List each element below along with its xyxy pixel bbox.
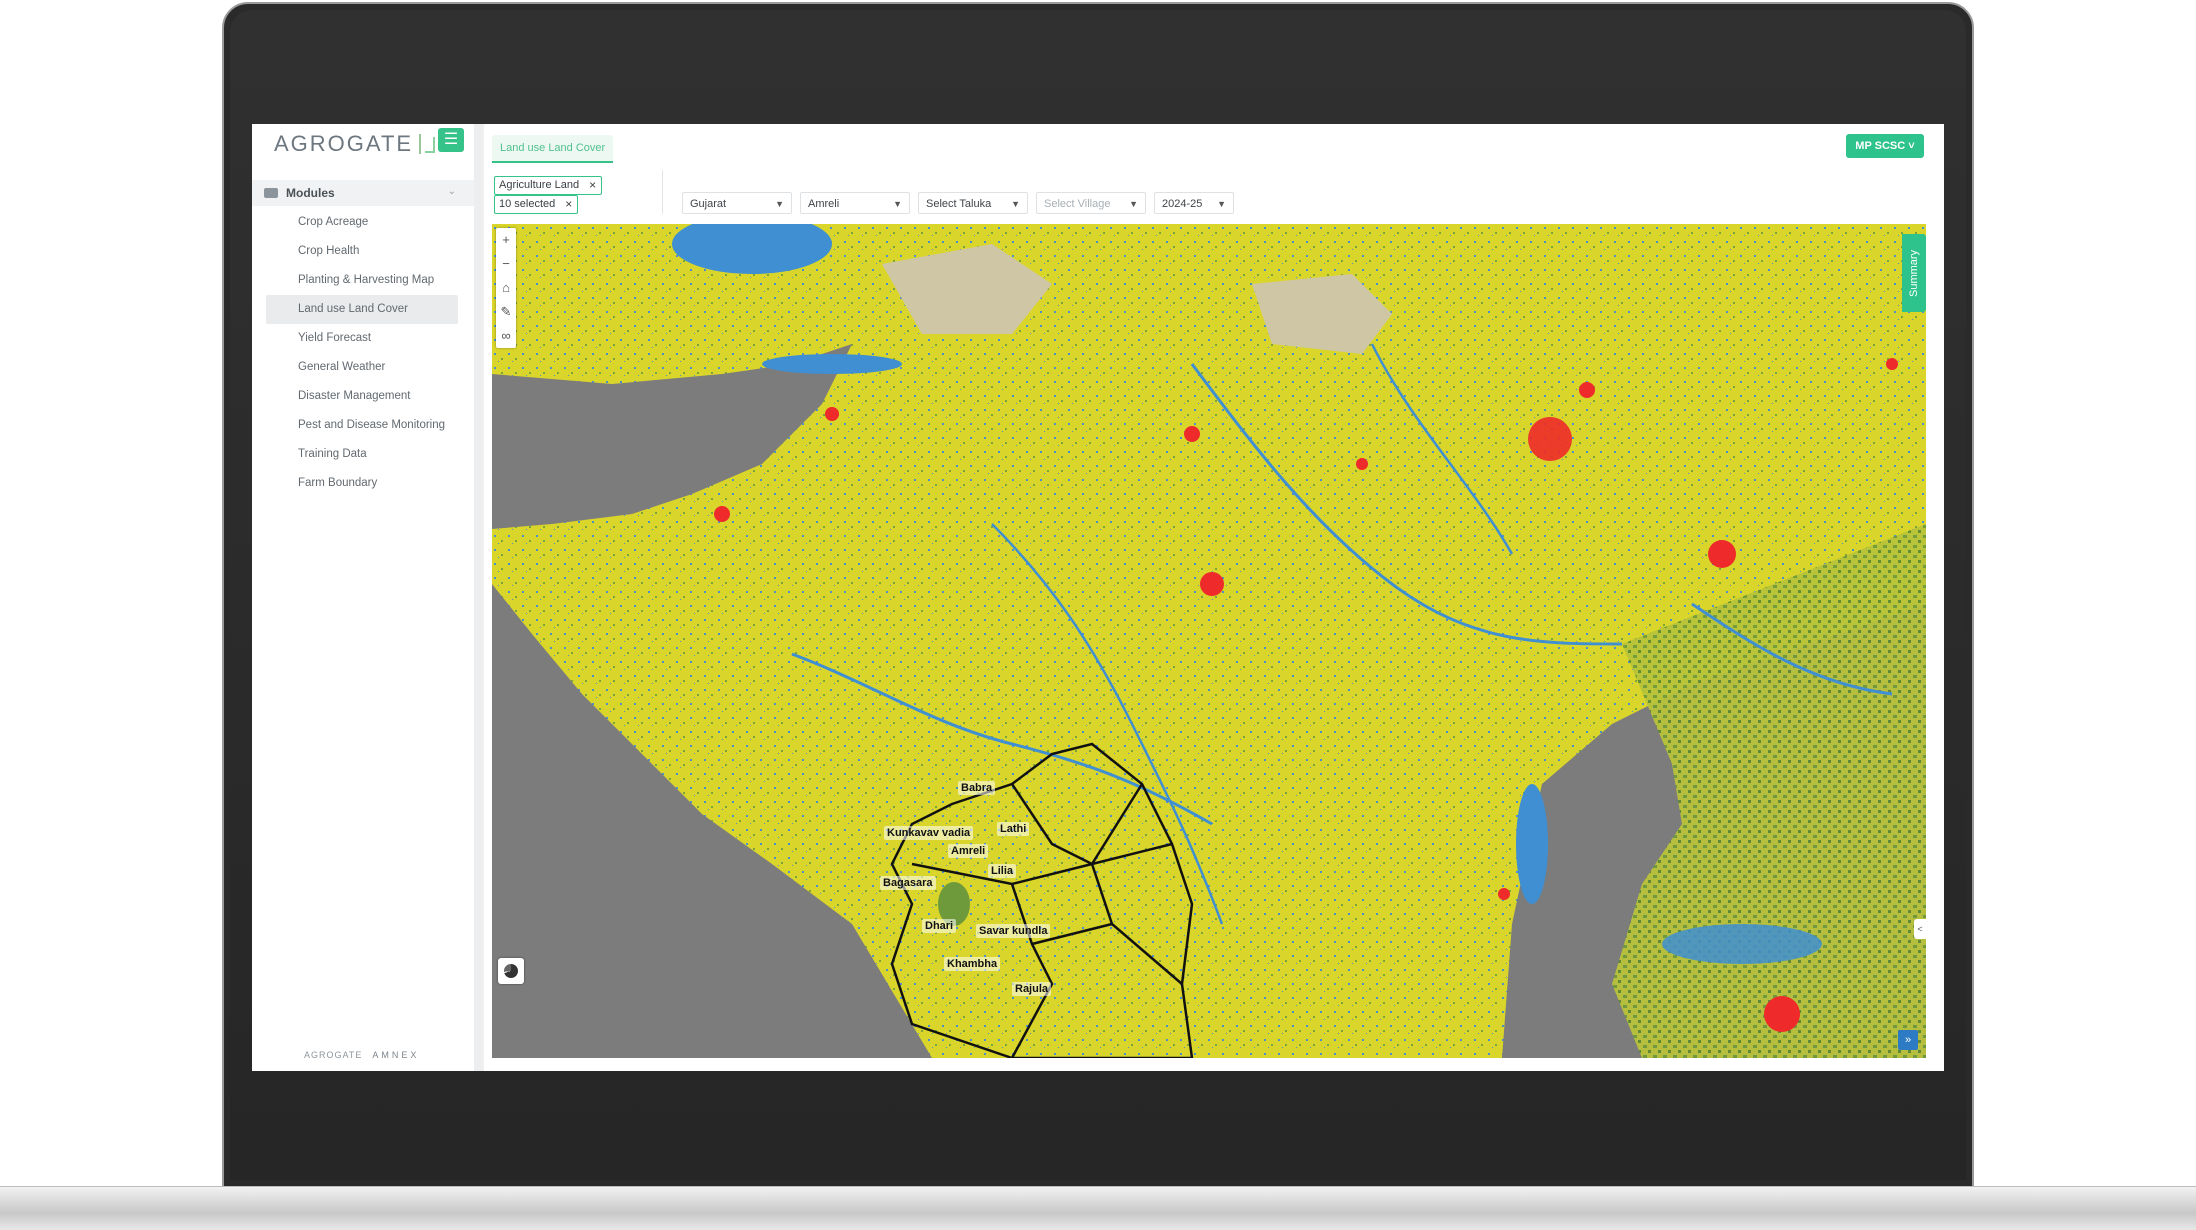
taluka-label-savar-kundla: Savar kundla <box>976 924 1051 938</box>
sidebar-item-disaster-management[interactable]: Disaster Management <box>252 382 474 411</box>
sidebar-item-crop-acreage[interactable]: Crop Acreage <box>252 208 474 237</box>
builtup-area <box>1184 426 1200 442</box>
village-select[interactable]: Select Village ▼ <box>1036 192 1146 214</box>
chip-label: 10 selected <box>499 198 556 210</box>
org-switcher-label: MP SCSC <box>1855 140 1906 152</box>
app-screen: AGROGATE ☰ Modules ⌄ Crop Acreage Crop H… <box>252 124 1944 1071</box>
caret-down-icon: ▼ <box>1011 199 1020 209</box>
logo-text: AGROGATE <box>274 131 414 156</box>
caret-down-icon: ▼ <box>893 199 902 209</box>
builtup-area <box>1200 572 1224 596</box>
sidebar: AGROGATE ☰ Modules ⌄ Crop Acreage Crop H… <box>252 124 474 1071</box>
expand-icon[interactable]: » <box>1898 1030 1918 1050</box>
filter-chip-selected-count[interactable]: 10 selected × <box>494 195 579 214</box>
map-controls: + − ⌂ ✎ ∞ <box>496 228 516 348</box>
sidebar-item-planting-harvesting[interactable]: Planting & Harvesting Map <box>252 266 474 295</box>
close-icon[interactable]: × <box>589 177 596 194</box>
builtup-area <box>1528 417 1572 461</box>
builtup-area <box>1886 358 1898 370</box>
close-icon[interactable]: × <box>565 196 572 213</box>
state-select[interactable]: Gujarat ▼ <box>682 192 792 214</box>
taluka-select[interactable]: Select Taluka ▼ <box>918 192 1028 214</box>
chip-label: Agriculture Land <box>499 179 580 191</box>
sidebar-item-farm-boundary[interactable]: Farm Boundary <box>252 469 474 498</box>
season-select[interactable]: 2024-25 ▼ <box>1154 192 1234 214</box>
district-select[interactable]: Amreli ▼ <box>800 192 910 214</box>
app-logo[interactable]: AGROGATE <box>274 128 437 160</box>
laptop-base <box>0 1186 2196 1230</box>
taluka-label-rajula: Rajula <box>1012 982 1052 996</box>
caret-down-icon: ▼ <box>1129 199 1138 209</box>
sidebar-item-pest-disease[interactable]: Pest and Disease Monitoring <box>252 411 474 440</box>
main-panel: Land use Land Cover MP SCSC ˅ Agricultur… <box>484 124 1944 1071</box>
tab-land-use[interactable]: Land use Land Cover <box>492 135 614 163</box>
water-body <box>1662 924 1822 964</box>
summary-label: Summary <box>1908 249 1920 297</box>
taluka-label-khambha: Khambha <box>944 957 1001 971</box>
pencil-icon[interactable]: ✎ <box>496 300 516 324</box>
map-canvas[interactable] <box>492 224 1926 1058</box>
footer-partner-logo: AMNEX <box>372 1050 420 1060</box>
land-use-map[interactable]: Babra Kunkavav vadia Lathi Amreli Lilia … <box>492 224 1926 1058</box>
sidebar-item-training-data[interactable]: Training Data <box>252 440 474 469</box>
season-value: 2024-25 <box>1162 198 1203 210</box>
chevron-down-icon: ⌄ <box>447 186 456 197</box>
pie-chart-icon[interactable] <box>498 958 524 984</box>
water-body <box>762 354 902 374</box>
class-filter[interactable]: Agriculture Land × 10 selected × <box>486 170 663 214</box>
sidebar-footer: AGROGATE AMNEX <box>304 1050 419 1060</box>
folder-icon <box>264 188 278 198</box>
builtup-area <box>1356 458 1368 470</box>
sidebar-item-land-use[interactable]: Land use Land Cover <box>266 295 458 324</box>
taluka-label-lilia: Lilia <box>988 864 1017 878</box>
filter-chip-agriculture[interactable]: Agriculture Land × <box>494 176 603 195</box>
link-icon[interactable]: ∞ <box>496 324 516 348</box>
footer-logo: AGROGATE <box>304 1050 363 1060</box>
district-value: Amreli <box>808 198 840 210</box>
builtup-area <box>1579 382 1595 398</box>
modules-label: Modules <box>286 186 335 200</box>
menu-toggle-icon[interactable]: ☰ <box>438 128 464 152</box>
taluka-label-lathi: Lathi <box>997 822 1030 836</box>
sidebar-item-yield-forecast[interactable]: Yield Forecast <box>252 324 474 353</box>
org-switcher-button[interactable]: MP SCSC ˅ <box>1846 134 1924 158</box>
caret-down-icon: ▼ <box>775 199 784 209</box>
modules-menu: Crop Acreage Crop Health Planting & Harv… <box>252 208 474 498</box>
taluka-label-babra: Babra <box>958 781 996 795</box>
builtup-area <box>825 407 839 421</box>
summary-tab[interactable]: Summary <box>1902 234 1926 312</box>
chevron-left-icon[interactable]: < <box>1914 919 1926 939</box>
sidebar-item-general-weather[interactable]: General Weather <box>252 353 474 382</box>
village-placeholder: Select Village <box>1044 198 1111 210</box>
sidebar-divider <box>474 124 482 1071</box>
home-icon[interactable]: ⌂ <box>496 276 516 300</box>
taluka-label-bagasara: Bagasara <box>880 876 936 890</box>
taluka-label-kunkavav: Kunkavav vadia <box>884 826 974 840</box>
zoom-in-icon[interactable]: + <box>496 228 516 252</box>
modules-header[interactable]: Modules ⌄ <box>252 180 474 206</box>
taluka-label-dhari: Dhari <box>922 919 957 933</box>
state-value: Gujarat <box>690 198 727 210</box>
caret-down-icon: ▼ <box>1217 199 1226 209</box>
sidebar-item-crop-health[interactable]: Crop Health <box>252 237 474 266</box>
taluka-placeholder: Select Taluka <box>926 198 992 210</box>
water-body <box>1516 784 1548 904</box>
builtup-area <box>714 506 730 522</box>
zoom-out-icon[interactable]: − <box>496 252 516 276</box>
taluka-label-amreli: Amreli <box>948 844 989 858</box>
builtup-area <box>1498 888 1510 900</box>
logo-leaf-icon <box>419 134 437 154</box>
builtup-area <box>1708 540 1736 568</box>
builtup-area <box>1764 996 1800 1032</box>
